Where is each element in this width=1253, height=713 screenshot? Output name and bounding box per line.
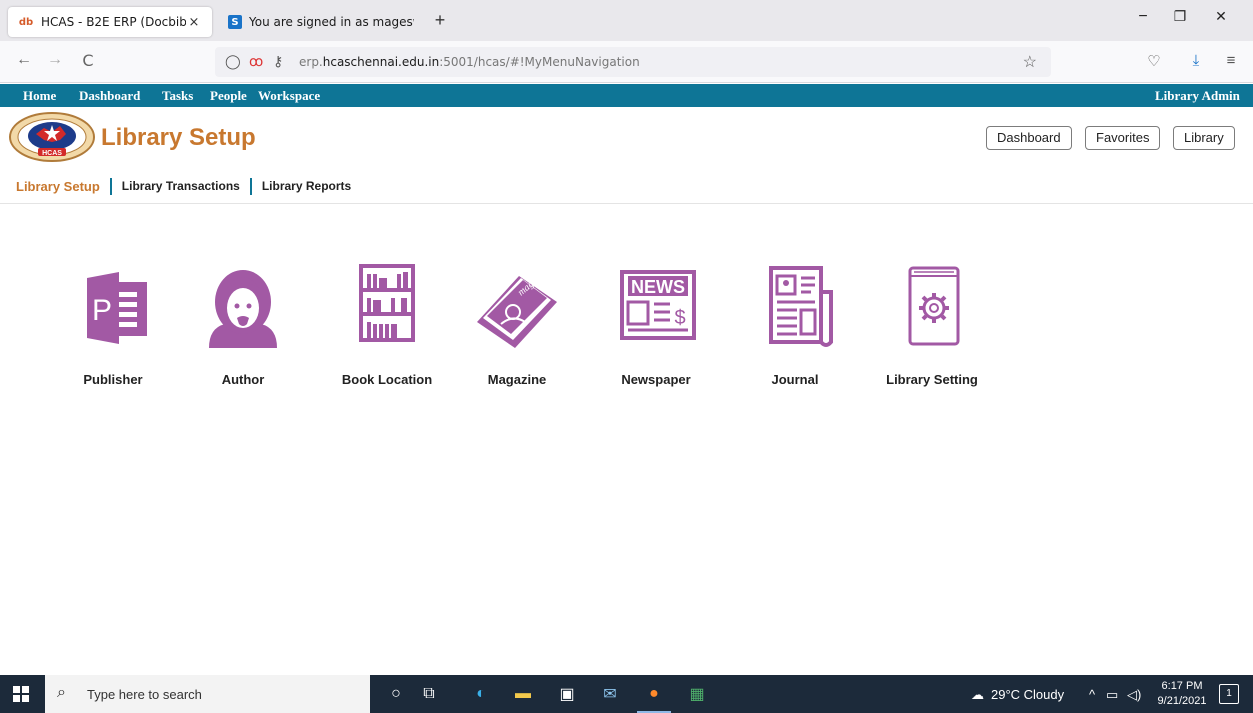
excel-icon[interactable]: ▦ xyxy=(684,681,710,707)
module-library-setting[interactable]: Library Setting xyxy=(862,262,1002,387)
menu-tasks[interactable]: Tasks xyxy=(162,88,193,104)
browser-tab-strip: db HCAS - B2E ERP (Docbiblio) × S You ar… xyxy=(0,0,1253,41)
windows-start-icon[interactable] xyxy=(13,686,29,702)
address-bar[interactable]: ◯ ꝏ ⚷ erp.hcaschennai.edu.in:5001/hcas/#… xyxy=(215,47,1051,77)
book-location-icon xyxy=(359,264,415,342)
docbiblio-icon: db xyxy=(18,16,34,28)
restore-button[interactable]: ❐ xyxy=(1166,8,1194,25)
module-author[interactable]: Author xyxy=(173,262,313,387)
module-book-location[interactable]: Book Location xyxy=(317,262,457,387)
taskbar-search-box[interactable]: ⌕ Type here to search xyxy=(45,675,370,713)
back-button[interactable]: ← xyxy=(13,51,35,69)
minimize-button[interactable]: − xyxy=(1129,8,1157,26)
menu-dashboard[interactable]: Dashboard xyxy=(79,88,140,104)
svg-text:$: $ xyxy=(674,307,685,329)
network-icon[interactable]: ▭ xyxy=(1106,687,1118,703)
logo-text: HCAS xyxy=(42,150,62,157)
close-window-button[interactable]: ✕ xyxy=(1207,8,1235,25)
module-label: Newspaper xyxy=(621,372,691,387)
clock-date: 9/21/2021 xyxy=(1157,695,1207,707)
lock-warning-icon: ꝏ xyxy=(249,53,264,69)
store-icon[interactable]: ▣ xyxy=(554,681,580,707)
newspaper-icon: NEWS $ xyxy=(620,270,696,340)
tab-close-button[interactable]: × xyxy=(186,15,202,30)
module-journal[interactable]: Journal xyxy=(725,262,865,387)
pocket-icon[interactable]: ♡ xyxy=(1144,52,1164,70)
menu-icon[interactable]: ≡ xyxy=(1221,52,1241,69)
task-view-icon[interactable]: ⧉ xyxy=(416,681,442,707)
library-subtabs: Library Setup Library Transactions Libra… xyxy=(16,175,361,197)
journal-icon xyxy=(769,266,833,347)
windows-taskbar: ⌕ Type here to search ○ ⧉ ◐ ▬ ▣ ✉ ● ▦ ☁ … xyxy=(0,675,1253,713)
taskbar-clock[interactable]: 6:17 PM 9/21/2021 xyxy=(1157,679,1207,709)
url-text: erp.hcaschennai.edu.in:5001/hcas/#!MyMen… xyxy=(299,55,640,69)
browser-tab-signin[interactable]: S You are signed in as mageswari × xyxy=(218,7,424,37)
download-icon[interactable]: ⤓ xyxy=(1186,52,1206,69)
module-label: Publisher xyxy=(83,372,143,387)
college-logo: HCAS xyxy=(9,112,95,162)
publisher-icon: P xyxy=(87,272,147,344)
notification-count: 1 xyxy=(1226,688,1232,699)
tab-title: You are signed in as mageswari × xyxy=(249,15,414,29)
key-icon: ⚷ xyxy=(273,53,284,69)
module-magazine[interactable]: mag Magazine xyxy=(447,262,587,387)
notification-icon[interactable]: 1 xyxy=(1219,684,1239,704)
magazine-icon: mag xyxy=(477,276,557,348)
tab-title: HCAS - B2E ERP (Docbiblio) xyxy=(41,15,186,29)
tray-chevron-icon[interactable]: ^ xyxy=(1089,687,1095,702)
firefox-icon[interactable]: ● xyxy=(637,681,671,713)
forward-button[interactable]: → xyxy=(44,51,66,69)
module-label: Book Location xyxy=(341,372,433,387)
file-explorer-icon[interactable]: ▬ xyxy=(510,681,536,707)
page-title: Library Setup xyxy=(101,124,256,151)
module-label: Journal xyxy=(771,372,819,387)
mail-icon[interactable]: ✉ xyxy=(597,681,623,707)
svg-text:NEWS: NEWS xyxy=(631,277,685,297)
screen: db HCAS - B2E ERP (Docbiblio) × S You ar… xyxy=(0,0,1253,713)
weather-icon: ☁ xyxy=(971,687,984,702)
bookmark-star-icon[interactable]: ☆ xyxy=(1023,52,1037,72)
tab-library-setup[interactable]: Library Setup xyxy=(16,179,110,194)
author-icon xyxy=(209,270,277,348)
favorites-button[interactable]: Favorites xyxy=(1085,126,1161,150)
shield-icon: ◯ xyxy=(225,53,241,69)
module-label: Library Setting xyxy=(886,372,978,387)
cortana-icon[interactable]: ○ xyxy=(383,681,409,707)
menu-people[interactable]: People xyxy=(210,88,247,104)
menu-workspace[interactable]: Workspace xyxy=(258,88,320,104)
module-publisher[interactable]: P Publisher xyxy=(43,262,183,387)
svg-text:P: P xyxy=(92,294,112,327)
app-menu-bar: Home Dashboard Tasks People Workspace Li… xyxy=(0,84,1253,107)
library-button[interactable]: Library xyxy=(1173,126,1235,150)
tab-library-transactions[interactable]: Library Transactions xyxy=(112,179,250,193)
dashboard-button[interactable]: Dashboard xyxy=(986,126,1072,150)
header-divider xyxy=(0,203,1253,204)
s-icon: S xyxy=(228,15,242,29)
search-placeholder: Type here to search xyxy=(87,687,202,702)
tab-library-reports[interactable]: Library Reports xyxy=(252,179,361,193)
edge-icon[interactable]: ◐ xyxy=(468,681,494,707)
search-icon: ⌕ xyxy=(57,684,66,701)
volume-icon[interactable]: ◁) xyxy=(1127,687,1141,703)
module-newspaper[interactable]: NEWS $ Newspaper xyxy=(586,262,726,387)
browser-toolbar: ← → C ◯ ꝏ ⚷ erp.hcaschennai.edu.in:5001/… xyxy=(0,41,1253,83)
clock-time: 6:17 PM xyxy=(1161,680,1203,692)
menu-user[interactable]: Library Admin xyxy=(1155,88,1240,104)
module-label: Magazine xyxy=(487,372,547,387)
module-label: Author xyxy=(221,372,265,387)
reload-button[interactable]: C xyxy=(77,51,99,70)
browser-tab-erp[interactable]: db HCAS - B2E ERP (Docbiblio) × xyxy=(8,7,212,37)
new-tab-button[interactable]: + xyxy=(428,10,452,31)
weather-text[interactable]: 29°C Cloudy xyxy=(991,687,1064,702)
menu-home[interactable]: Home xyxy=(23,88,56,104)
library-setting-icon xyxy=(908,266,960,346)
